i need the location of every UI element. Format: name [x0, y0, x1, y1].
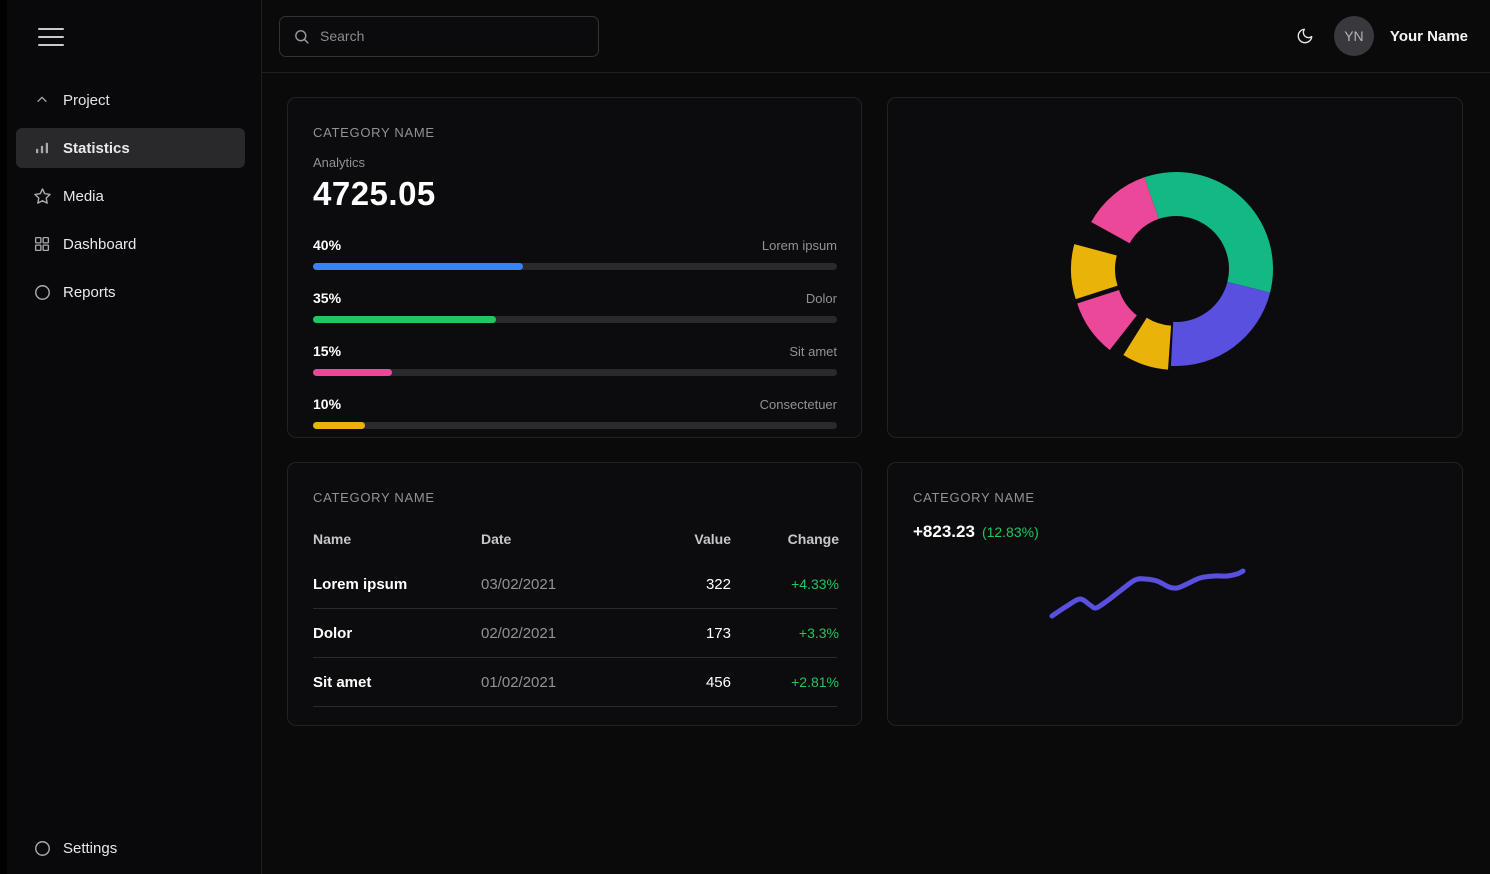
card-category-label: CATEGORY NAME	[313, 125, 837, 140]
chevron-up-icon	[32, 90, 52, 110]
cell-value: 173	[623, 625, 731, 642]
progress-fill	[313, 316, 496, 323]
avatar-initials: YN	[1344, 28, 1363, 44]
progress-row: 10% Consectetuer	[313, 396, 837, 429]
progress-track	[313, 422, 837, 429]
circle-icon	[32, 282, 52, 302]
sidebar-footer: Settings	[0, 828, 261, 874]
progress-percent: 35%	[313, 290, 341, 306]
column-header-change: Change	[731, 531, 839, 547]
column-header-name: Name	[313, 531, 481, 547]
top-bar: YN Your Name	[262, 0, 1490, 73]
cell-value: 456	[623, 674, 731, 691]
moon-icon[interactable]	[1292, 23, 1318, 49]
sidebar-item-label: Statistics	[63, 140, 130, 157]
user-name[interactable]: Your Name	[1390, 28, 1468, 45]
star-icon	[32, 186, 52, 206]
main-area: YN Your Name CATEGORY NAME Analytics 472…	[262, 0, 1490, 874]
sidebar-item-label: Settings	[63, 840, 117, 857]
avatar[interactable]: YN	[1334, 16, 1374, 56]
donut-chart-card	[887, 97, 1463, 438]
cell-name: Sit amet	[313, 674, 481, 691]
progress-label: Consectetuer	[760, 397, 837, 412]
sparkline-path	[1052, 571, 1243, 616]
table-card: CATEGORY NAME NameDateValueChange Lorem …	[287, 462, 862, 726]
bar-chart-icon	[32, 138, 52, 158]
sidebar-item-dashboard[interactable]: Dashboard	[16, 224, 245, 264]
cell-date: 02/02/2021	[481, 625, 623, 642]
sidebar-item-project[interactable]: Project	[16, 80, 245, 120]
sidebar-item-label: Reports	[63, 284, 116, 301]
sidebar-item-label: Project	[63, 92, 110, 109]
app-window: Project Statistics Media Dashboard Repor…	[0, 0, 1490, 874]
donut-segment	[1077, 290, 1137, 350]
search-input[interactable]	[320, 28, 585, 44]
hamburger-menu-button[interactable]	[38, 28, 64, 46]
progress-percent: 10%	[313, 396, 341, 412]
sparkline-card: CATEGORY NAME +823.23 (12.83%)	[887, 462, 1463, 726]
cell-change: +3.3%	[731, 625, 839, 641]
cell-change: +4.33%	[731, 576, 839, 592]
progress-percent: 40%	[313, 237, 341, 253]
progress-row: 40% Lorem ipsum	[313, 237, 837, 270]
column-header-value: Value	[623, 531, 731, 547]
sidebar-nav: Project Statistics Media Dashboard Repor…	[0, 80, 261, 312]
progress-label: Sit amet	[789, 344, 837, 359]
sidebar: Project Statistics Media Dashboard Repor…	[0, 0, 262, 874]
cell-date: 03/02/2021	[481, 576, 623, 593]
table-row: Dolor 02/02/2021 173 +3.3%	[313, 609, 837, 658]
analytics-value: 4725.05	[313, 175, 837, 213]
progress-row: 15% Sit amet	[313, 343, 837, 376]
content-grid: CATEGORY NAME Analytics 4725.05 40% Lore…	[262, 73, 1490, 726]
progress-label: Lorem ipsum	[762, 238, 837, 253]
progress-row: 35% Dolor	[313, 290, 837, 323]
sidebar-item-label: Dashboard	[63, 236, 136, 253]
search-box[interactable]	[279, 16, 599, 57]
progress-label: Dolor	[806, 291, 837, 306]
cell-value: 322	[623, 576, 731, 593]
progress-track	[313, 263, 837, 270]
table-row: Sit amet 01/02/2021 456 +2.81%	[313, 658, 837, 707]
sidebar-item-reports[interactable]: Reports	[16, 272, 245, 312]
analytics-card: CATEGORY NAME Analytics 4725.05 40% Lore…	[287, 97, 862, 438]
donut-segment	[1144, 172, 1273, 292]
sidebar-item-statistics[interactable]: Statistics	[16, 128, 245, 168]
donut-segment	[1171, 282, 1270, 366]
grid-icon	[32, 234, 52, 254]
sidebar-item-media[interactable]: Media	[16, 176, 245, 216]
table-header-row: NameDateValueChange	[313, 525, 837, 560]
column-header-date: Date	[481, 531, 623, 547]
cell-name: Lorem ipsum	[313, 576, 481, 593]
card-category-label: CATEGORY NAME	[313, 490, 837, 505]
progress-fill	[313, 422, 365, 429]
donut-segment	[1071, 244, 1118, 299]
donut-segment	[1123, 318, 1171, 370]
progress-percent: 15%	[313, 343, 341, 359]
data-table: NameDateValueChange Lorem ipsum 03/02/20…	[313, 525, 837, 707]
table-body: Lorem ipsum 03/02/2021 322 +4.33% Dolor …	[313, 560, 837, 707]
sidebar-item-settings[interactable]: Settings	[16, 828, 245, 868]
progress-fill	[313, 263, 523, 270]
progress-track	[313, 316, 837, 323]
donut-chart	[888, 98, 1462, 437]
progress-track	[313, 369, 837, 376]
analytics-subtitle: Analytics	[313, 155, 837, 170]
progress-bars: 40% Lorem ipsum 35% Dolor 15% Sit amet 1…	[313, 237, 837, 429]
sidebar-item-label: Media	[63, 188, 104, 205]
search-icon	[293, 28, 310, 45]
cell-name: Dolor	[313, 625, 481, 642]
table-row: Lorem ipsum 03/02/2021 322 +4.33%	[313, 560, 837, 609]
circle-icon	[32, 838, 52, 858]
topbar-right: YN Your Name	[1292, 16, 1468, 56]
sparkline-chart	[888, 463, 1463, 725]
cell-date: 01/02/2021	[481, 674, 623, 691]
cell-change: +2.81%	[731, 674, 839, 690]
progress-fill	[313, 369, 392, 376]
